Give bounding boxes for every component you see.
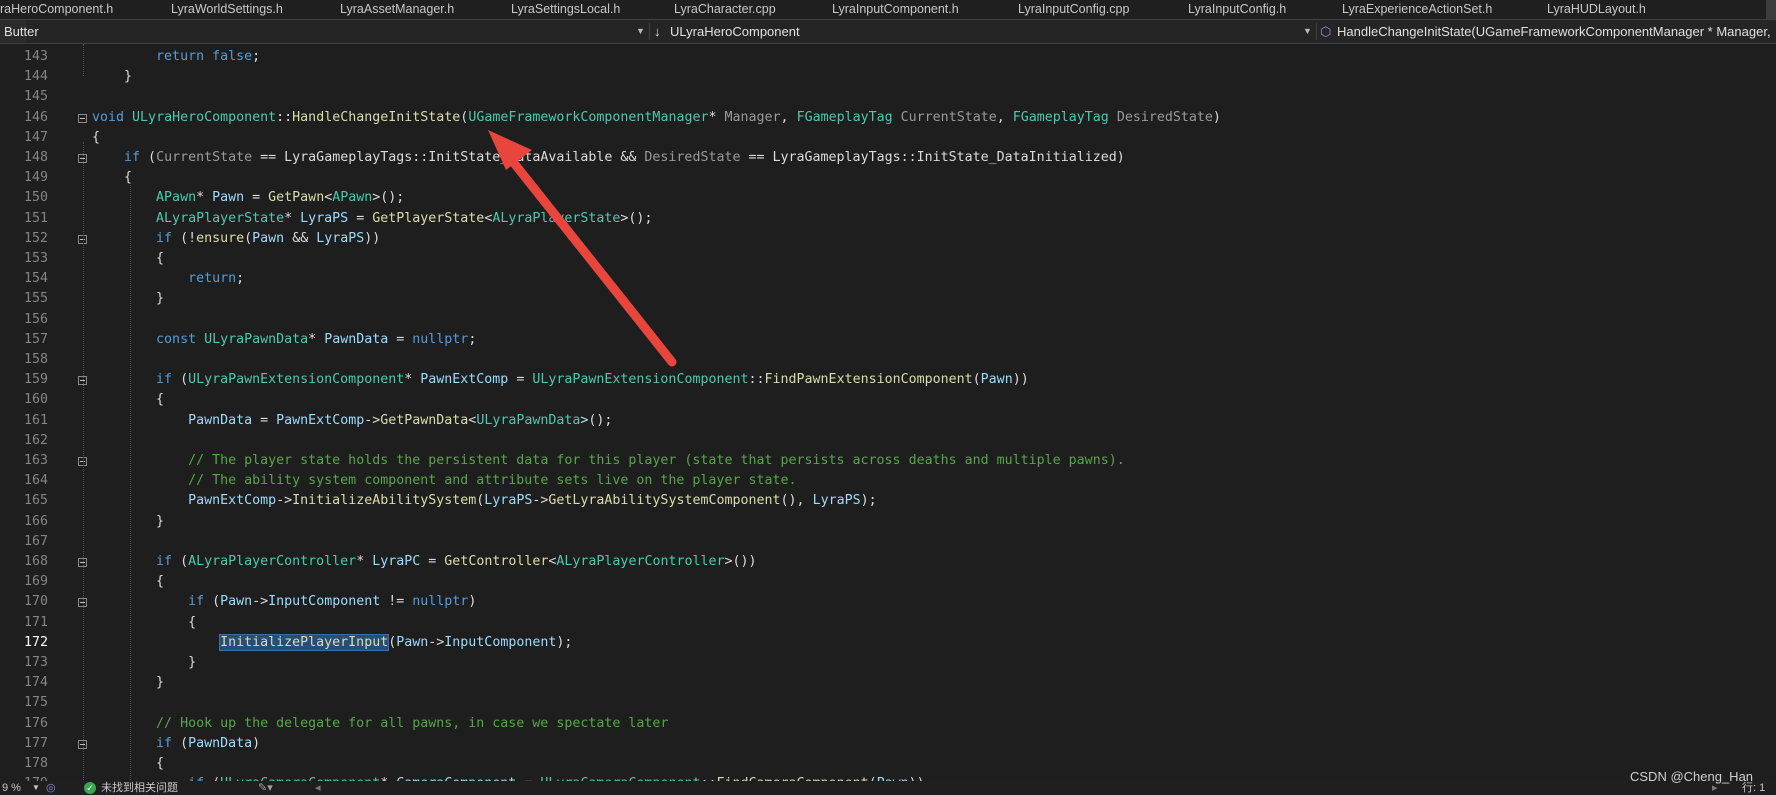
status-bar: 9 % ▼ ◎ ✓ 未找到相关问题 ✎▾ ◂ ▸ 行: 1 (0, 781, 1776, 795)
arrow-shaft (505, 153, 677, 367)
zoom-level[interactable]: 9 % (2, 781, 21, 795)
annotation-arrow (488, 130, 677, 367)
watermark: CSDN @Cheng_Han (1630, 769, 1754, 784)
scroll-left-icon[interactable]: ◂ (315, 781, 321, 795)
brush-icon[interactable]: ✎▾ (258, 781, 273, 795)
chevron-down-icon[interactable]: ▼ (32, 781, 40, 795)
issues-status[interactable]: 未找到相关问题 (101, 781, 178, 795)
arrow-head (488, 130, 532, 170)
check-circle-icon: ✓ (84, 782, 96, 794)
copilot-icon[interactable]: ◎ (46, 781, 56, 795)
